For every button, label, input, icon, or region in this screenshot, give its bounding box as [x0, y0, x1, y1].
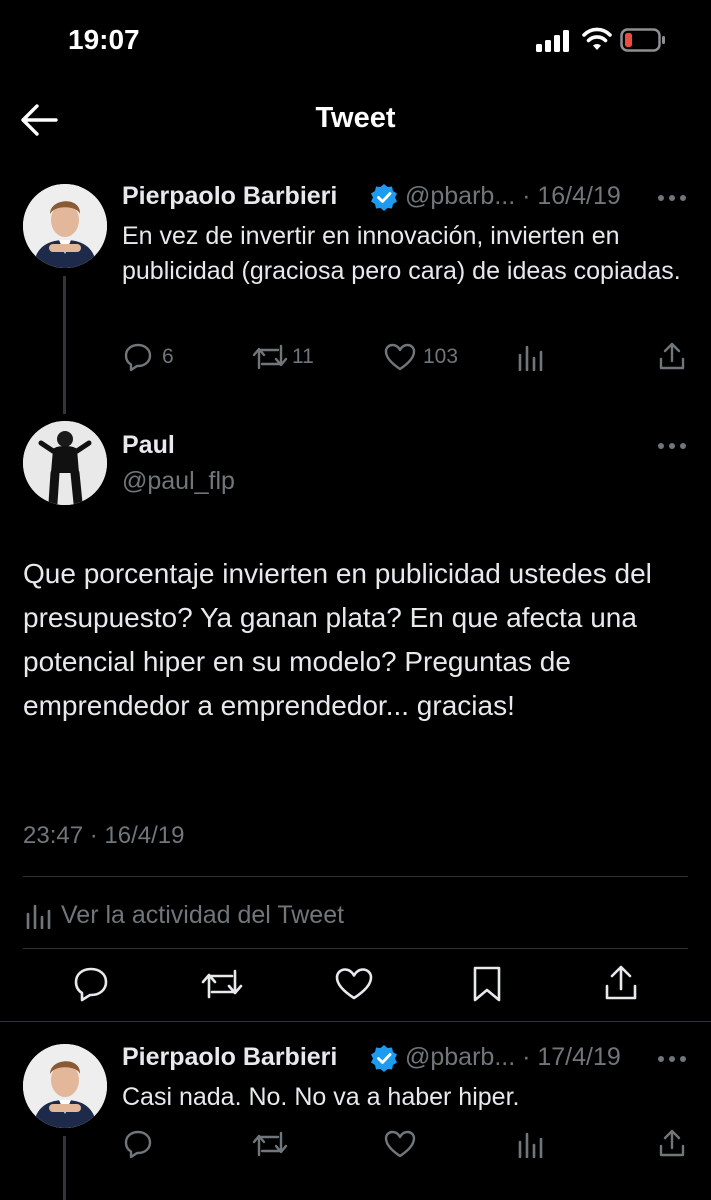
more-options-icon[interactable] [657, 1054, 687, 1064]
retweet-count: 11 [292, 345, 314, 368]
status-time: 19:07 [68, 24, 140, 55]
verified-badge-icon [370, 183, 398, 211]
analytics-icon [25, 903, 51, 929]
divider [23, 948, 688, 949]
share-icon[interactable] [658, 341, 686, 371]
like-count: 103 [423, 345, 459, 368]
wifi-icon [582, 26, 612, 52]
share-icon[interactable] [658, 1128, 686, 1158]
verified-badge-icon [370, 1044, 398, 1072]
author-name[interactable]: Paul [122, 431, 175, 460]
author-handle-date: @pbarb... · 16/4/19 [405, 182, 621, 210]
tweet-timestamp: 23:47 · 16/4/19 [23, 822, 185, 849]
reply-count: 6 [162, 345, 174, 368]
more-options-icon[interactable] [657, 441, 687, 451]
retweet-icon[interactable] [252, 342, 288, 372]
author-handle-date: @pbarb... · 17/4/19 [405, 1043, 621, 1071]
cellular-signal-icon [536, 30, 570, 52]
reply-icon[interactable] [123, 1129, 153, 1159]
bookmark-icon[interactable] [472, 965, 502, 1003]
author-name[interactable]: Pierpaolo Barbieri [122, 182, 337, 211]
more-options-icon[interactable] [657, 193, 687, 203]
thread-line [63, 276, 66, 414]
reply-icon[interactable] [123, 342, 153, 372]
tweet-text: En vez de invertir en innovación, invier… [122, 222, 681, 285]
view-activity-link[interactable]: Ver la actividad del Tweet [61, 901, 344, 930]
page-title: Tweet [315, 102, 396, 134]
retweet-icon[interactable] [252, 1129, 288, 1159]
divider [23, 876, 688, 877]
tweet-text: Casi nada. No. No va a haber hiper. [122, 1083, 520, 1111]
like-icon[interactable] [384, 342, 416, 372]
avatar[interactable] [23, 421, 107, 505]
share-icon[interactable] [604, 964, 638, 1002]
reply-icon[interactable] [73, 966, 109, 1002]
author-name[interactable]: Pierpaolo Barbieri [122, 1043, 337, 1072]
retweet-icon[interactable] [200, 967, 244, 1001]
author-handle: @paul_flp [122, 467, 235, 495]
like-icon[interactable] [335, 967, 373, 1001]
avatar[interactable] [23, 184, 107, 268]
divider [0, 1021, 711, 1022]
like-icon[interactable] [384, 1129, 416, 1159]
avatar[interactable] [23, 1044, 107, 1128]
thread-line [63, 1136, 66, 1200]
tweet-text: Que porcentaje invierten en publicidad u… [23, 558, 652, 721]
analytics-icon[interactable] [517, 1130, 543, 1158]
analytics-icon[interactable] [517, 343, 543, 371]
battery-low-icon [620, 28, 666, 52]
